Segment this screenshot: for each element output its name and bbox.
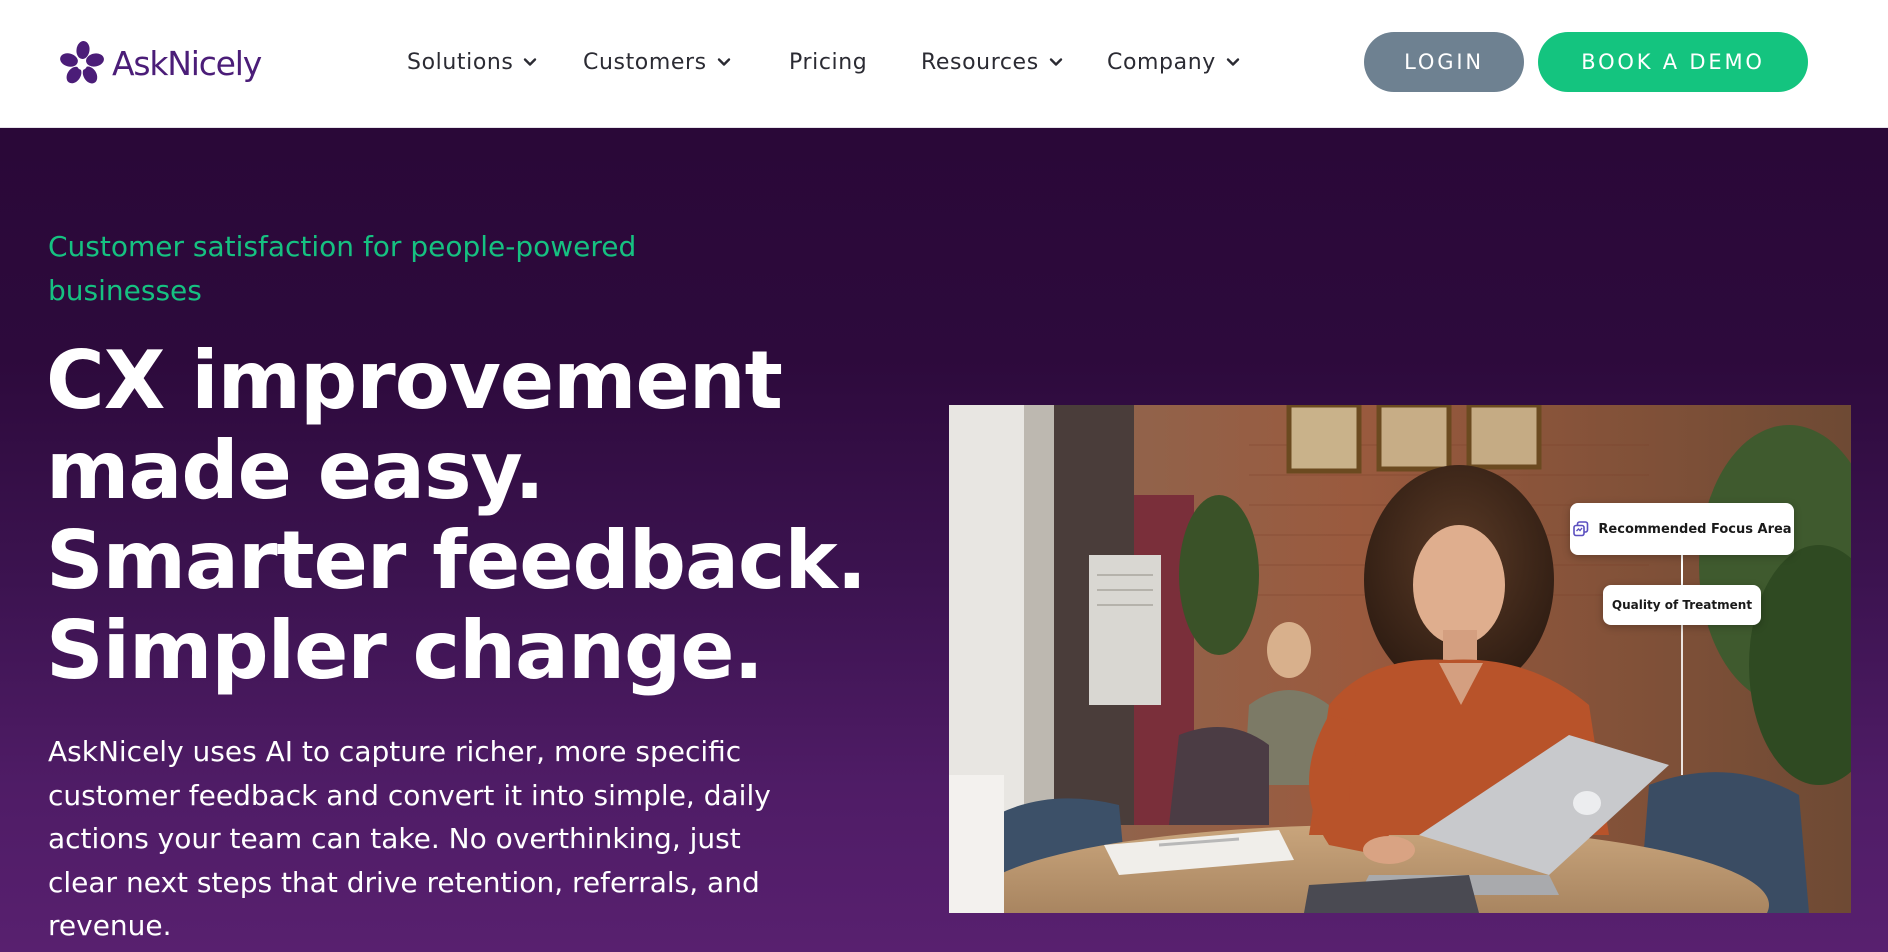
nav-item-label: Resources [921, 49, 1039, 75]
book-demo-button[interactable]: BOOK A DEMO [1538, 32, 1808, 92]
flower-logo-icon [60, 41, 104, 84]
hero-headline: CX improvement made easy. Smarter feedba… [46, 336, 926, 696]
login-button[interactable]: LOGIN [1364, 32, 1524, 92]
nav-item-solutions[interactable]: Solutions [407, 46, 538, 78]
nav-item-pricing[interactable]: Pricing [789, 46, 867, 78]
nav-item-label: Company [1107, 49, 1216, 75]
copy-icon [1573, 521, 1589, 537]
nav-item-label: Pricing [789, 49, 868, 75]
asknicely-logo[interactable]: AskNicely [58, 38, 262, 88]
woman-with-laptop-photo [949, 405, 1851, 913]
nav-item-label: Solutions [407, 49, 514, 75]
headline-line: Simpler change. [46, 604, 764, 697]
recommended-focus-area-card: Recommended Focus Area [1570, 503, 1794, 555]
chevron-down-icon [1226, 58, 1240, 66]
site-header: AskNicely Solutions Customers Pricing Re… [0, 0, 1888, 128]
nav-item-company[interactable]: Company [1107, 46, 1241, 78]
headline-line: made easy. [46, 424, 545, 517]
nav-item-resources[interactable]: Resources [921, 46, 1064, 78]
hero-eyebrow: Customer satisfaction for people-powered… [48, 230, 637, 307]
headline-line: CX improvement [46, 334, 783, 427]
hero-photo: Recommended Focus Area Quality of Treatm… [949, 405, 1851, 913]
nav-item-customers[interactable]: Customers [583, 46, 732, 78]
headline-line: Smarter feedback. [46, 514, 867, 607]
hero-section: Customer satisfaction for people-powered… [0, 128, 1888, 952]
overlay-connector-line [1681, 625, 1683, 775]
nav-item-label: Customers [583, 49, 707, 75]
quality-of-treatment-card: Quality of Treatment [1603, 585, 1761, 625]
chevron-down-icon [1049, 58, 1062, 66]
brand-name: AskNicely [112, 43, 262, 83]
overlay-connector-line [1681, 555, 1683, 585]
quality-label: Quality of Treatment [1611, 598, 1753, 612]
chevron-down-icon [717, 58, 730, 66]
hero-description: AskNicely uses AI to capture richer, mor… [48, 735, 771, 942]
chevron-down-icon [524, 58, 537, 66]
focus-area-label: Recommended Focus Area [1598, 521, 1792, 537]
